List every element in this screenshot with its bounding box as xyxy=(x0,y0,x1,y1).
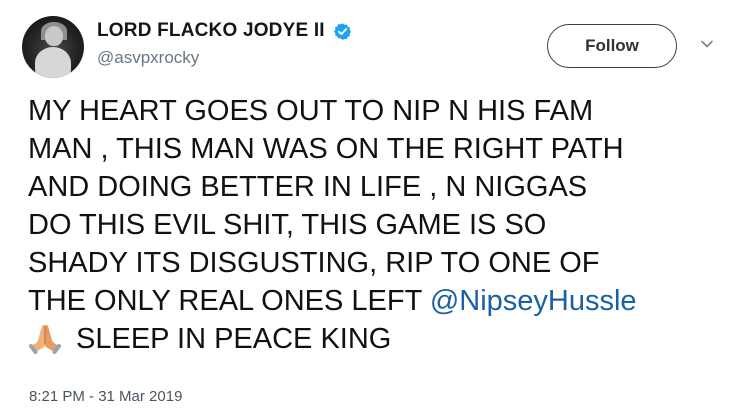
tweet-text-line-with-emoji: SLEEP IN PEACE KING xyxy=(28,320,741,358)
tweet-text-line: AND DOING BETTER IN LIFE , N NIGGAS xyxy=(28,171,588,203)
tweet-text-line: MAN , THIS MAN WAS ON THE RIGHT PATH xyxy=(28,133,624,165)
mention-link[interactable]: @NipseyHussle xyxy=(430,285,637,317)
tweet-text-segment: THE ONLY REAL ONES LEFT xyxy=(28,285,430,317)
folded-hands-icon xyxy=(29,325,61,354)
tweet-text-segment: SLEEP IN PEACE KING xyxy=(76,323,392,355)
tweet-text-line-with-mention: THE ONLY REAL ONES LEFT @NipseyHussle xyxy=(28,282,741,320)
profile-avatar[interactable] xyxy=(22,16,84,78)
tweet-timestamp[interactable]: 8:21 PM - 31 Mar 2019 xyxy=(29,388,182,405)
tweet-text: MY HEART GOES OUT TO NIP N HIS FAM MAN ,… xyxy=(28,92,741,358)
tweet-text-line: MY HEART GOES OUT TO NIP N HIS FAM xyxy=(28,95,594,127)
verified-badge-icon xyxy=(333,22,351,40)
follow-button[interactable]: Follow xyxy=(547,24,677,68)
author-handle[interactable]: @asvpxrocky xyxy=(97,48,199,68)
avatar-face-shape xyxy=(45,26,63,46)
tweet-text-line: DO THIS EVIL SHIT, THIS GAME IS SO xyxy=(28,209,547,241)
author-display-name[interactable]: LORD FLACKO JODYE II xyxy=(97,20,325,42)
avatar-body-shape xyxy=(35,47,71,78)
chevron-down-icon[interactable] xyxy=(700,37,714,51)
tweet-text-line: SHADY ITS DISGUSTING, RIP TO ONE OF xyxy=(28,247,600,279)
author-name-row: LORD FLACKO JODYE II xyxy=(97,19,352,43)
tweet-card: LORD FLACKO JODYE II @asvpxrocky Follow … xyxy=(0,0,751,420)
